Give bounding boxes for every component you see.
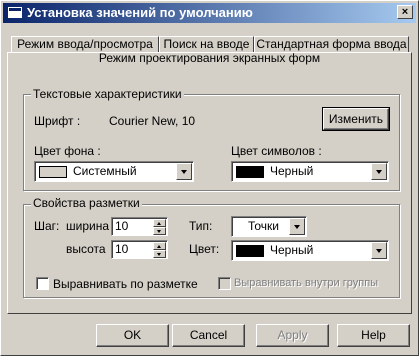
window-title: Установка значений по умолчанию (27, 5, 253, 20)
chevron-down-icon[interactable] (371, 163, 387, 180)
dialog-window: Установка значений по умолчанию × Режим … (0, 0, 419, 356)
font-label: Шрифт : (34, 114, 81, 128)
height-label: высота (66, 242, 106, 256)
grid-color-value: Черный (270, 243, 314, 257)
background-color-select[interactable]: Системный (34, 161, 194, 182)
align-in-group-label: Выравнивать внутри группы (234, 277, 379, 289)
spin-down-icon[interactable] (153, 250, 166, 258)
window-icon (8, 7, 22, 18)
close-button[interactable]: × (397, 5, 413, 19)
grid-width-value: 10 (115, 219, 129, 233)
align-to-grid-label[interactable]: Выравнивать по разметке (53, 277, 198, 291)
text-color-label: Цвет символов : (231, 144, 322, 158)
chevron-down-icon[interactable] (371, 242, 387, 259)
background-color-value: Системный (73, 164, 137, 178)
step-label: Шаг: (34, 219, 60, 233)
chevron-down-icon[interactable] (289, 218, 305, 235)
change-font-button[interactable]: Изменить (322, 107, 390, 131)
cancel-button[interactable]: Cancel (172, 324, 245, 347)
grid-height-value: 10 (115, 242, 129, 256)
grid-height-stepper[interactable]: 10 (111, 240, 168, 259)
tab-form-design[interactable]: Режим проектирования экранных форм (7, 51, 412, 70)
spin-up-icon[interactable] (153, 242, 166, 250)
text-color-swatch (236, 166, 264, 178)
spin-down-icon[interactable] (153, 227, 166, 235)
grid-type-value: Точки (248, 219, 280, 233)
background-color-swatch (39, 166, 67, 178)
grid-color-swatch (236, 245, 264, 257)
chevron-down-icon[interactable] (176, 163, 192, 180)
grid-type-select[interactable]: Точки (231, 216, 307, 237)
title-bar[interactable]: Установка значений по умолчанию × (3, 3, 416, 23)
spin-up-icon[interactable] (153, 219, 166, 227)
grid-color-label: Цвет: (189, 242, 220, 256)
text-color-value: Черный (270, 164, 314, 178)
grid-width-stepper[interactable]: 10 (111, 217, 168, 236)
grid-color-select[interactable]: Черный (231, 240, 389, 261)
text-color-select[interactable]: Черный (231, 161, 389, 182)
grid-properties-label: Свойства разметки (31, 196, 142, 210)
ok-button[interactable]: OK (96, 324, 169, 347)
width-label: ширина (66, 219, 110, 233)
font-value: Courier New, 10 (109, 114, 196, 128)
help-button[interactable]: Help (337, 324, 410, 347)
text-properties-label: Текстовые характеристики (31, 87, 184, 101)
grid-type-label: Тип: (189, 219, 213, 233)
align-in-group-checkbox[interactable] (218, 277, 231, 290)
apply-button[interactable]: Apply (256, 324, 329, 347)
background-color-label: Цвет фона : (34, 144, 101, 158)
align-to-grid-checkbox[interactable] (36, 277, 49, 290)
